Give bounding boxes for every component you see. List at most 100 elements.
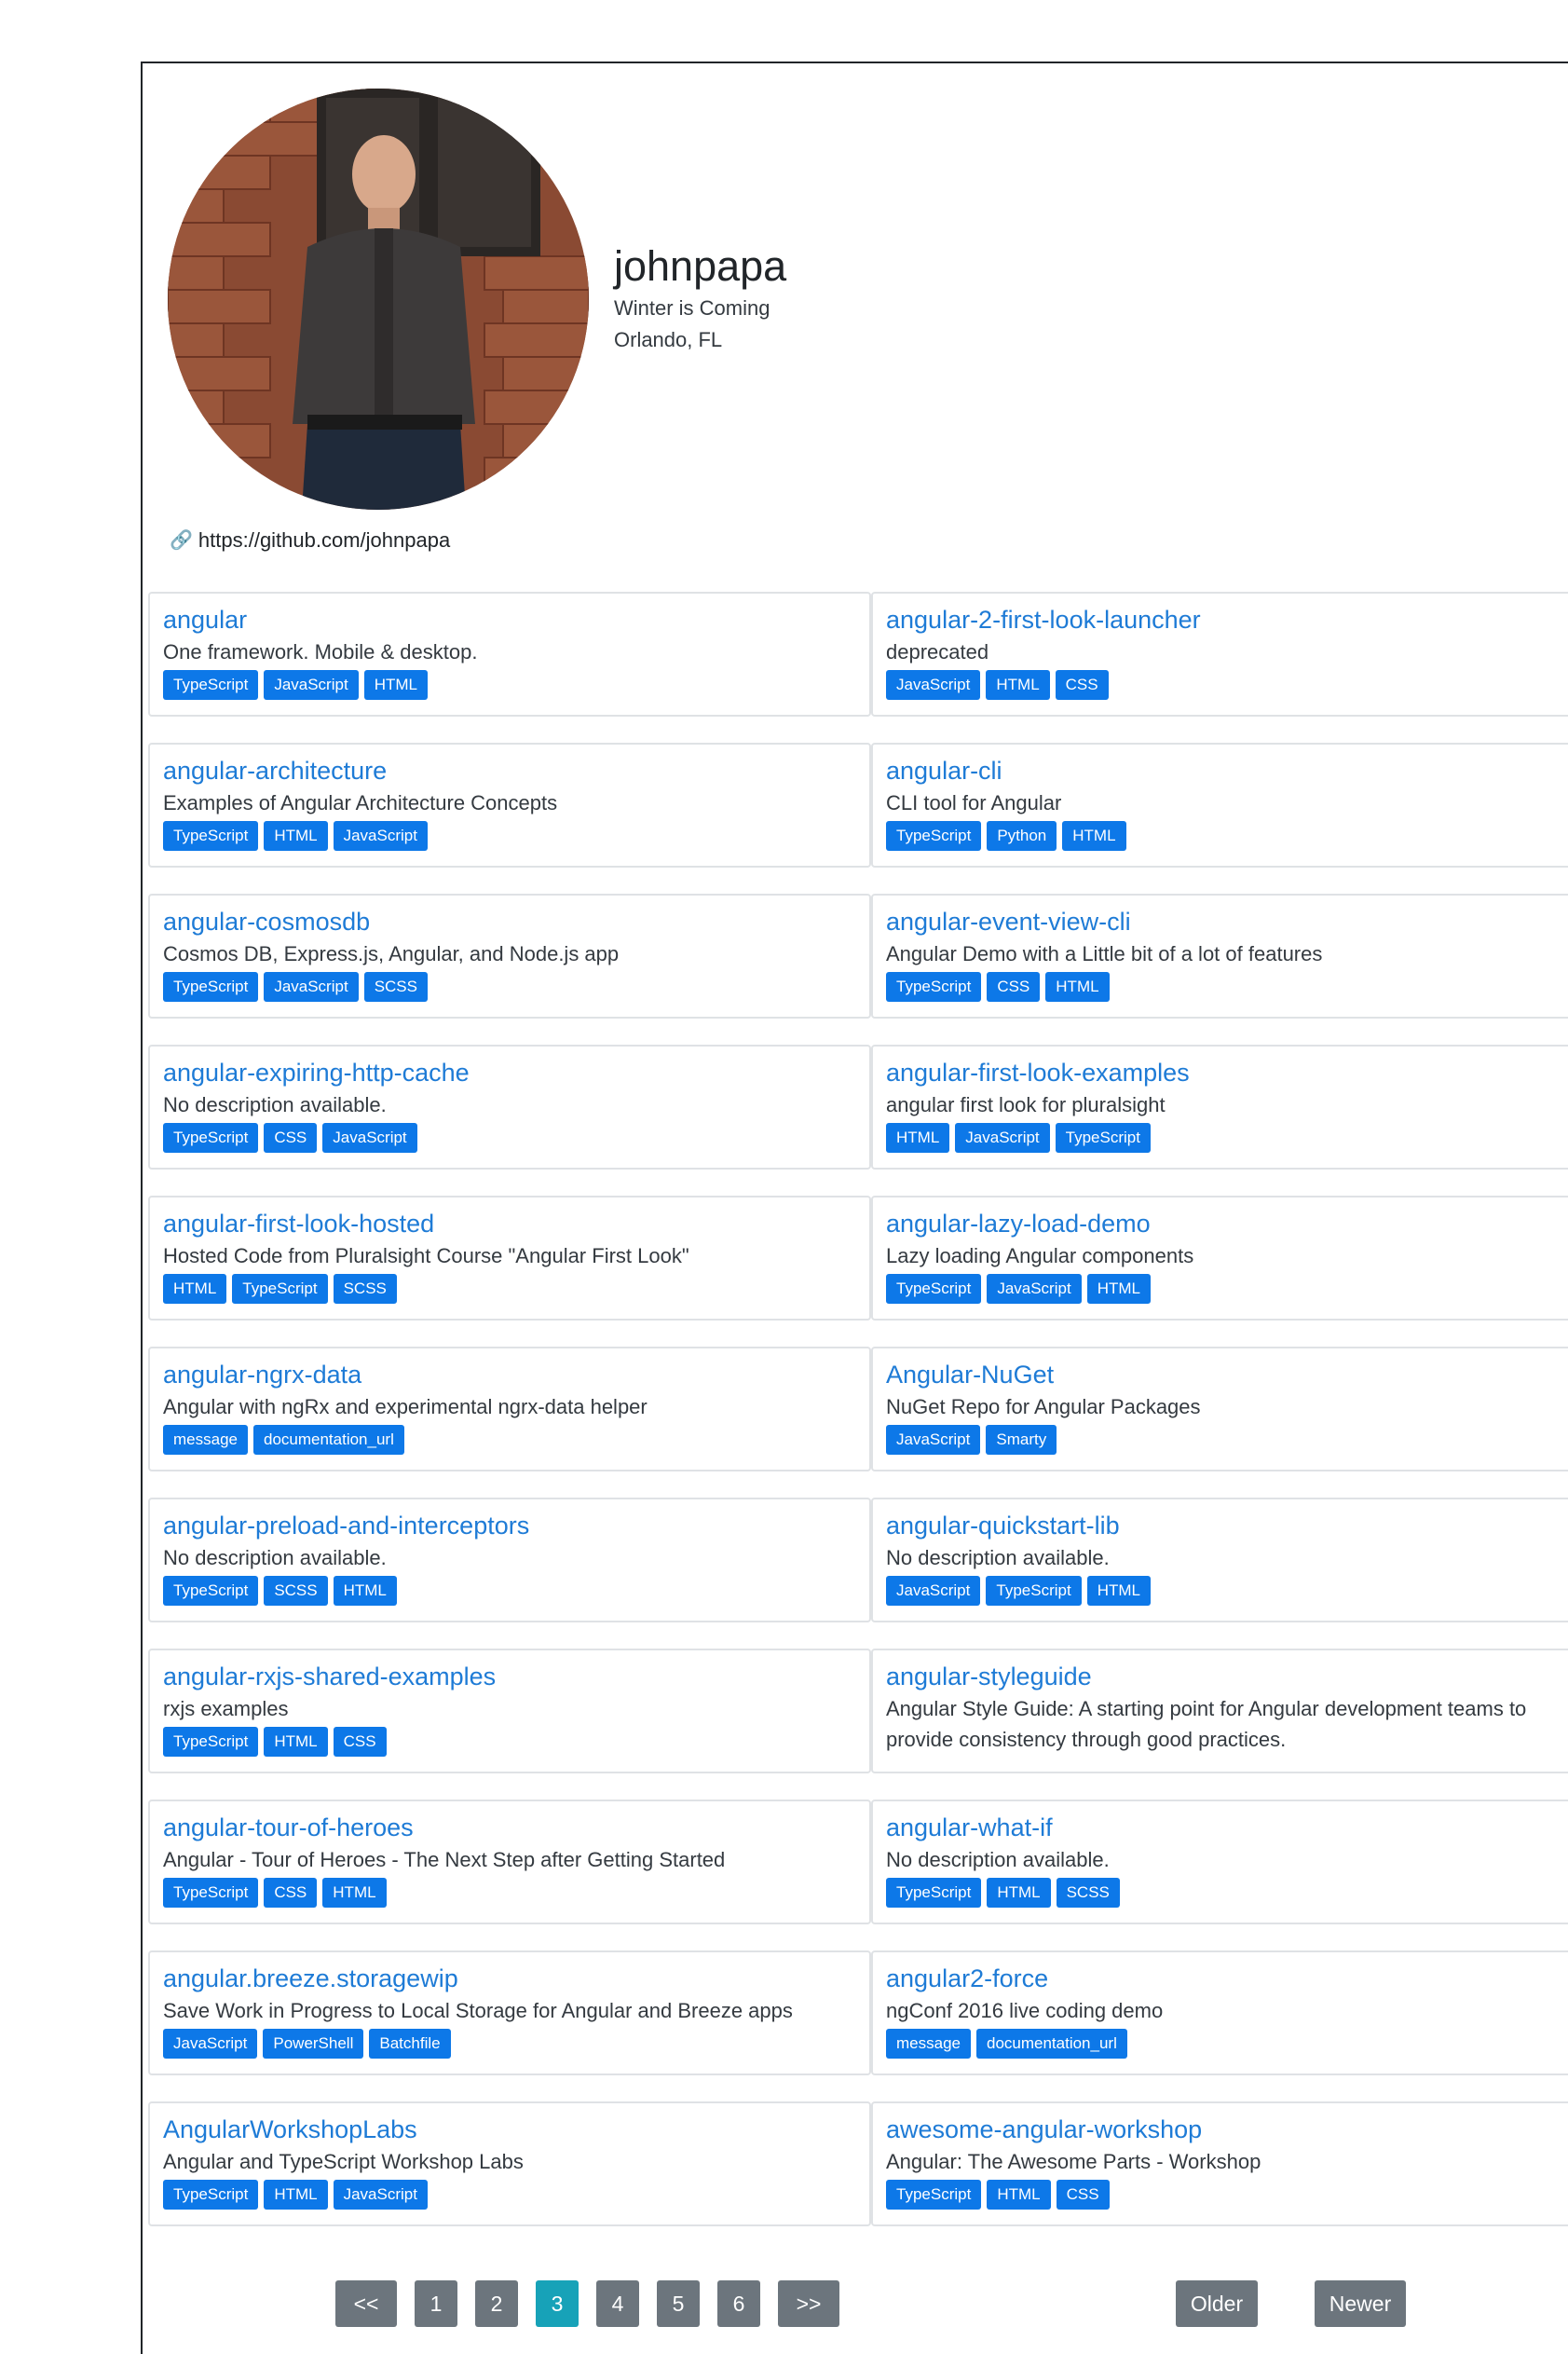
repo-description: Lazy loading Angular components	[886, 1244, 1194, 1267]
repo-card: angular-event-view-cli Angular Demo with …	[871, 894, 1568, 1019]
language-badge: TypeScript	[886, 2180, 982, 2210]
repo-name-link[interactable]: angular-quickstart-lib	[886, 1509, 1568, 1542]
repo-name-link[interactable]: angular-cosmosdb	[163, 905, 856, 938]
repo-card: angular-quickstart-lib No description ava…	[871, 1498, 1568, 1622]
repo-tags: JavaScript Smarty	[886, 1425, 1568, 1455]
repo-name-link[interactable]: angular-architecture	[163, 754, 856, 787]
language-badge: TypeScript	[232, 1274, 328, 1304]
profile-name: johnpapa	[614, 242, 787, 290]
language-badge: TypeScript	[886, 1878, 982, 1908]
repo-description: Angular with ngRx and experimental ngrx-…	[163, 1395, 648, 1418]
repo-description: rxjs examples	[163, 1697, 289, 1720]
repo-name-link[interactable]: angular-tour-of-heroes	[163, 1811, 856, 1844]
repo-name-link[interactable]: angular-first-look-examples	[886, 1056, 1568, 1089]
repo-tags: TypeScript Python HTML	[886, 821, 1568, 851]
page-button-4[interactable]: 4	[596, 2280, 639, 2327]
repo-tags: TypeScript CSS HTML	[163, 1878, 856, 1908]
repo-tags: TypeScript JavaScript SCSS	[163, 972, 856, 1002]
repo-description: Cosmos DB, Express.js, Angular, and Node…	[163, 942, 620, 965]
language-badge: Batchfile	[369, 2029, 451, 2059]
repo-description: deprecated	[886, 640, 989, 664]
language-badge: HTML	[1062, 821, 1126, 851]
repo-description: Angular: The Awesome Parts - Workshop	[886, 2150, 1261, 2173]
repo-tags: TypeScript HTML CSS	[886, 2180, 1568, 2210]
page-button-5[interactable]: 5	[657, 2280, 700, 2327]
repo-name-link[interactable]: angular-lazy-load-demo	[886, 1207, 1568, 1240]
language-badge: JavaScript	[163, 2029, 258, 2059]
repo-card: angular-what-if No description available.…	[871, 1800, 1568, 1924]
repo-card: angular-ngrx-data Angular with ngRx and e…	[148, 1347, 871, 1471]
language-badge: CSS	[264, 1123, 318, 1153]
repo-name-link[interactable]: angular-first-look-hosted	[163, 1207, 856, 1240]
repo-description: ngConf 2016 live coding demo	[886, 1999, 1164, 2022]
language-badge: Python	[987, 821, 1057, 851]
language-badge: HTML	[1086, 1274, 1151, 1304]
blog-url[interactable]: https://github.com/johnpapa	[198, 525, 450, 556]
language-badge: TypeScript	[886, 821, 982, 851]
repo-name-link[interactable]: awesome-angular-workshop	[886, 2113, 1568, 2146]
repo-description: angular first look for pluralsight	[886, 1093, 1166, 1116]
repo-tags: TypeScript HTML SCSS	[886, 1878, 1568, 1908]
language-badge: HTML	[264, 821, 328, 851]
language-badge: TypeScript	[163, 2180, 259, 2210]
language-badge: JavaScript	[264, 670, 359, 700]
repo-name-link[interactable]: angular-event-view-cli	[886, 905, 1568, 938]
repo-card: Angular-NuGet NuGet Repo for Angular Pack…	[871, 1347, 1568, 1471]
pagination: << 1 2 3 4 5 6 >>	[335, 2280, 839, 2327]
repo-description: Examples of Angular Architecture Concept…	[163, 791, 558, 814]
page-button-6[interactable]: 6	[717, 2280, 760, 2327]
repo-card: angular-preload-and-interceptors No descr…	[148, 1498, 871, 1622]
repo-tags: TypeScript JavaScript HTML	[163, 670, 856, 700]
repo-grid: angular One framework. Mobile & desktop. T…	[148, 592, 1568, 2226]
language-badge: TypeScript	[886, 1274, 982, 1304]
repo-name-link[interactable]: angular-what-if	[886, 1811, 1568, 1844]
newer-button[interactable]: Newer	[1315, 2280, 1406, 2327]
blog-link[interactable]: 🔗 https://github.com/johnpapa	[170, 525, 450, 556]
repo-card: angular-lazy-load-demo Lazy loading Angul…	[871, 1196, 1568, 1321]
repo-description: Angular and TypeScript Workshop Labs	[163, 2150, 524, 2173]
repo-description: Hosted Code from Pluralsight Course "Ang…	[163, 1244, 689, 1267]
profile-location: Orlando, FL	[614, 328, 723, 351]
repo-name-link[interactable]: angular-cli	[886, 754, 1568, 787]
repo-name-link[interactable]: angular-expiring-http-cache	[163, 1056, 856, 1089]
language-badge: HTML	[987, 1878, 1051, 1908]
language-badge: JavaScript	[264, 972, 359, 1002]
repo-name-link[interactable]: angular-2-first-look-launcher	[886, 603, 1568, 636]
repo-name-link[interactable]: AngularWorkshopLabs	[163, 2113, 856, 2146]
repo-name-link[interactable]: angular-styleguide	[886, 1660, 1568, 1693]
first-page-button[interactable]: <<	[335, 2280, 397, 2327]
repo-name-link[interactable]: angular-ngrx-data	[163, 1358, 856, 1391]
repo-description: No description available.	[886, 1546, 1110, 1569]
repo-card: angular-tour-of-heroes Angular - Tour of …	[148, 1800, 871, 1924]
language-badge: HTML	[1045, 972, 1110, 1002]
repo-description: Angular - Tour of Heroes - The Next Step…	[163, 1848, 726, 1871]
language-badge: JavaScript	[886, 1425, 981, 1455]
repo-name-link[interactable]: angular.breeze.storagewip	[163, 1962, 856, 1995]
language-badge: HTML	[1086, 1576, 1151, 1606]
repo-name-link[interactable]: angular2-force	[886, 1962, 1568, 1995]
last-page-button[interactable]: >>	[778, 2280, 839, 2327]
page-button-2[interactable]: 2	[475, 2280, 518, 2327]
repo-name-link[interactable]: angular	[163, 603, 856, 636]
repo-tags: JavaScript PowerShell Batchfile	[163, 2029, 856, 2059]
older-button[interactable]: Older	[1176, 2280, 1258, 2327]
language-badge: JavaScript	[333, 821, 428, 851]
page-button-3[interactable]: 3	[536, 2280, 579, 2327]
language-badge: JavaScript	[333, 2180, 428, 2210]
repo-name-link[interactable]: angular-preload-and-interceptors	[163, 1509, 856, 1542]
avatar-photo	[168, 89, 589, 510]
language-badge: PowerShell	[263, 2029, 364, 2059]
repo-tags: TypeScript CSS JavaScript	[163, 1123, 856, 1153]
language-badge: TypeScript	[163, 1878, 259, 1908]
repo-name-link[interactable]: angular-rxjs-shared-examples	[163, 1660, 856, 1693]
profile-info: johnpapa Winter is Coming Orlando, FL	[614, 240, 786, 356]
repo-name-link[interactable]: Angular-NuGet	[886, 1358, 1568, 1391]
language-badge: HTML	[886, 1123, 950, 1153]
language-badge: HTML	[987, 2180, 1051, 2210]
repo-description: No description available.	[163, 1546, 387, 1569]
repo-card: angular-architecture Examples of Angular …	[148, 743, 871, 868]
page-button-1[interactable]: 1	[415, 2280, 457, 2327]
repo-description: Angular Demo with a Little bit of a lot …	[886, 942, 1323, 965]
language-badge: documentation_url	[252, 1425, 404, 1455]
language-badge: HTML	[986, 670, 1050, 700]
